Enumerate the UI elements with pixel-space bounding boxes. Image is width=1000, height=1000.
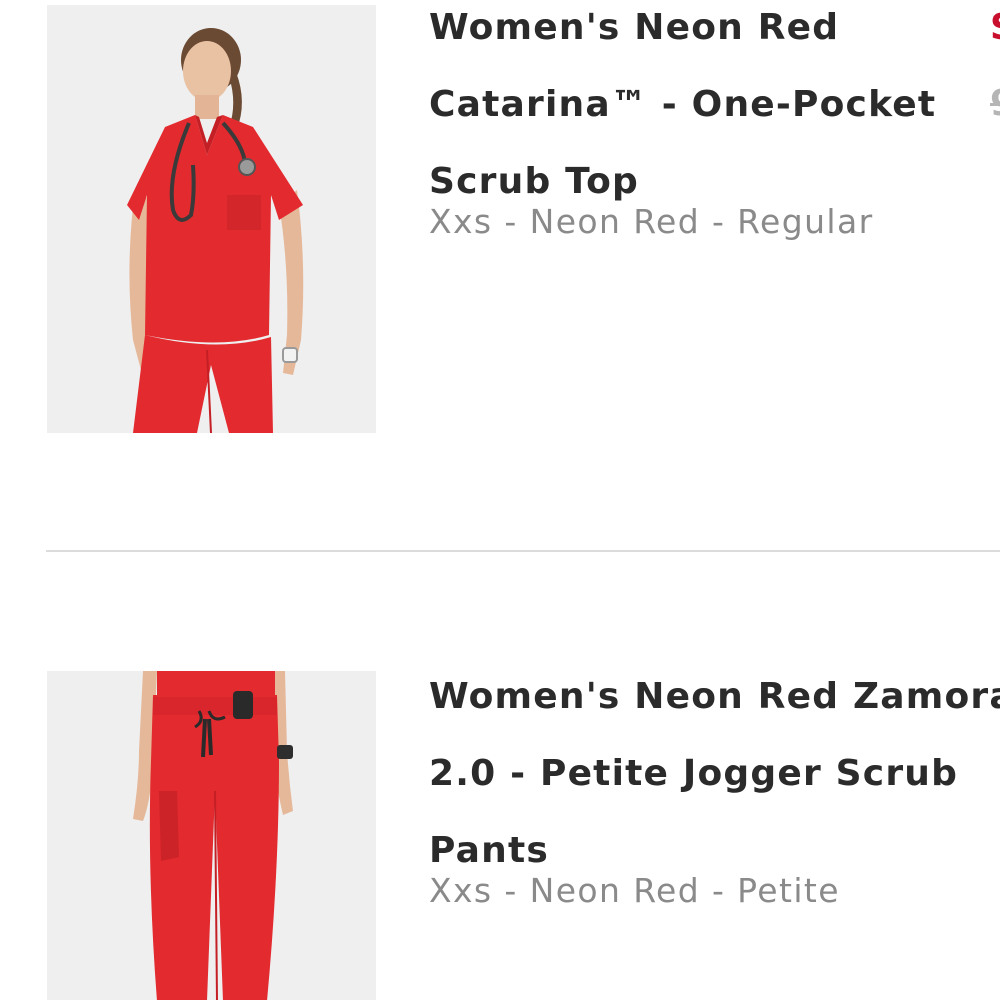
product-photo-icon xyxy=(47,5,376,433)
cart-item: Women's Neon Red Catarina™ - One-Pocket … xyxy=(0,0,1000,550)
cart-page: Women's Neon Red Catarina™ - One-Pocket … xyxy=(0,0,1000,1000)
original-price: 9 xyxy=(990,84,1000,124)
item-divider xyxy=(46,550,1000,552)
product-image-jogger-pants[interactable] xyxy=(47,671,376,1000)
product-variant: Xxs - Neon Red - Petite xyxy=(429,871,840,910)
cart-item: Women's Neon Red Zamora 2.0 - Petite Jog… xyxy=(0,553,1000,1000)
product-title-line[interactable]: Catarina™ - One-Pocket xyxy=(429,66,1000,143)
product-image-scrub-top[interactable] xyxy=(47,5,376,433)
product-variant: Xxs - Neon Red - Regular xyxy=(429,202,874,241)
product-photo-icon xyxy=(47,671,376,1000)
product-title-line[interactable]: 2.0 - Petite Jogger Scrub xyxy=(429,735,1000,812)
product-title-line[interactable]: Women's Neon Red Zamora xyxy=(429,658,1000,735)
product-info: Women's Neon Red Catarina™ - One-Pocket … xyxy=(429,0,1000,242)
sale-price: S xyxy=(990,8,1000,48)
product-info: Women's Neon Red Zamora 2.0 - Petite Jog… xyxy=(429,670,1000,911)
product-title-line[interactable]: Women's Neon Red xyxy=(429,0,1000,66)
